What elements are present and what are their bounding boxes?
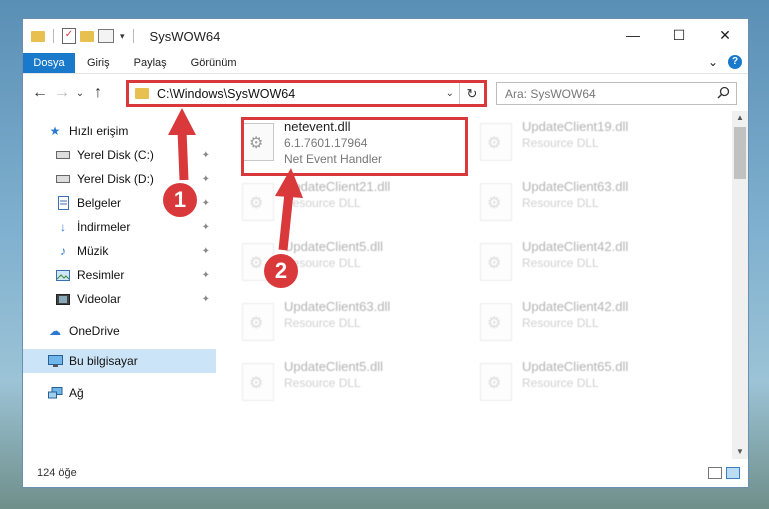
arrow-1-shaft — [177, 129, 189, 181]
step-1-marker: 1 — [163, 183, 197, 217]
annotation-arrows — [168, 108, 303, 251]
arrow-1-head — [168, 108, 196, 135]
arrow-2-head — [275, 168, 303, 198]
arrow-2-shaft — [278, 192, 294, 251]
step-2-marker: 2 — [264, 254, 298, 288]
